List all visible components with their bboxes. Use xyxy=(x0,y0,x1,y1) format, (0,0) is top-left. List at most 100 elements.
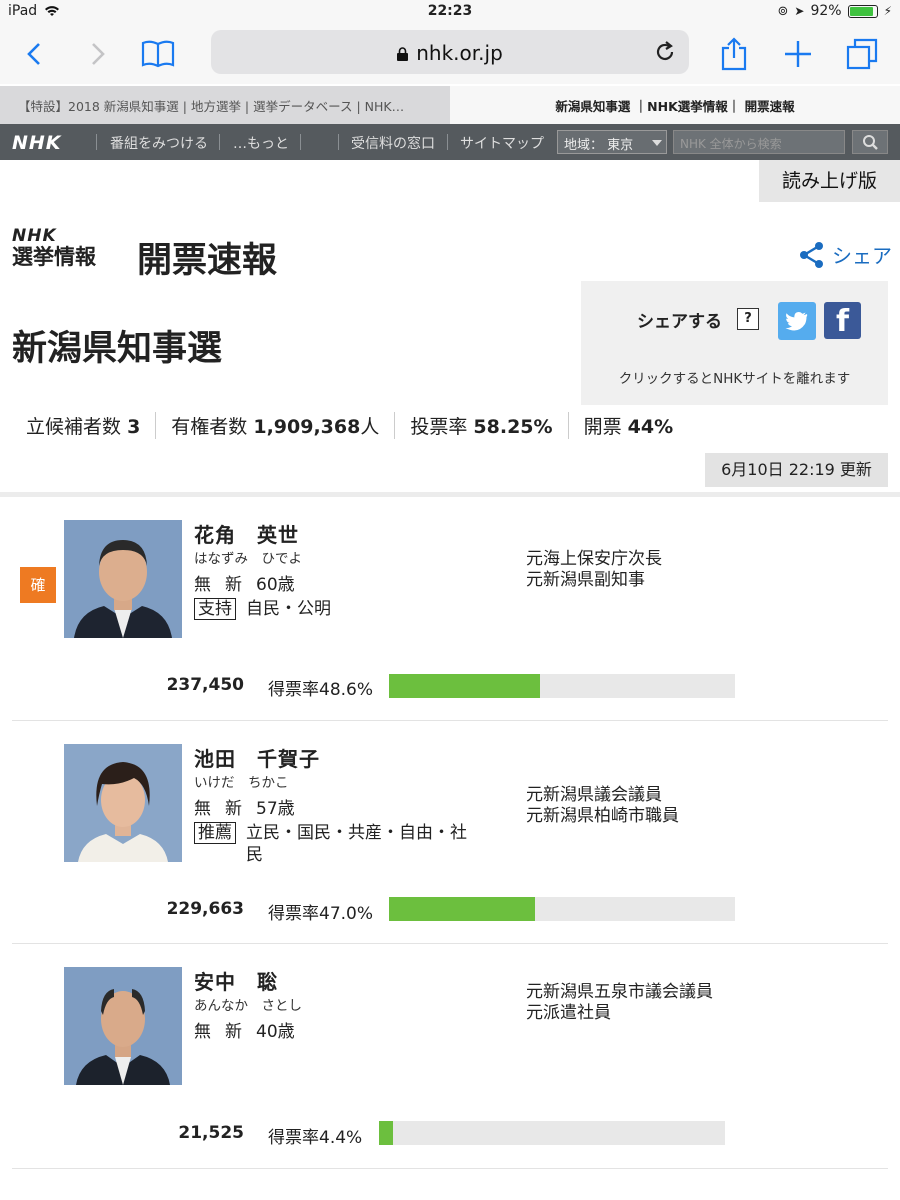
candidate-photo xyxy=(64,744,182,862)
elected-badge: 確 xyxy=(20,567,56,603)
chevron-right-icon xyxy=(92,43,105,65)
tab-bar: 【特設】2018 新潟県知事選 | 地方選挙 | 選挙データベース | NHK…… xyxy=(0,86,900,124)
stat-value: 1,909,368 xyxy=(253,416,361,438)
candidate-card: 池田 千賀子 いけだ ちかこ 無新 57歳 推薦 立民・国民・共産・自由・社民 元… xyxy=(12,721,888,944)
tab-election-database[interactable]: 【特設】2018 新潟県知事選 | 地方選挙 | 選挙データベース | NHK…… xyxy=(0,86,475,124)
search-icon xyxy=(863,135,878,150)
facebook-share-button[interactable]: f xyxy=(824,302,861,339)
candidate-name: 池田 千賀子 xyxy=(194,747,320,771)
nav-fee-window[interactable]: 受信料の窓口 xyxy=(351,133,435,153)
candidate-party: 無 xyxy=(194,799,211,819)
vote-count: 229,663 xyxy=(166,899,244,919)
support-tag: 支持 xyxy=(194,598,236,620)
candidate-kana: あんなか さとし xyxy=(194,998,302,1014)
vote-bar xyxy=(389,897,735,921)
vote-bar-fill xyxy=(379,1121,393,1145)
stat-counted: 開票 44% xyxy=(567,412,689,439)
address-bar[interactable]: nhk.or.jp xyxy=(211,30,689,74)
book-icon xyxy=(141,40,175,68)
candidate-name: 安中 聡 xyxy=(194,970,278,994)
candidate-name: 花角 英世 xyxy=(194,523,299,547)
nhk-logo[interactable]: NHK xyxy=(12,132,62,154)
share-nodes-icon xyxy=(800,241,823,268)
logo-senkyo-text: 選挙情報 xyxy=(12,245,96,269)
candidate-support: 支持 自民・公明 xyxy=(194,598,494,620)
vote-rate: 得票率4.4% xyxy=(268,1128,363,1148)
share-panel: シェアする ? f クリックするとNHKサイトを離れます xyxy=(581,281,888,405)
nav-sitemap[interactable]: サイトマップ xyxy=(460,133,544,153)
candidate-card: 安中 聡 あんなか さとし 無新 40歳 元新潟県五泉市議会議員 元派遣社員 21… xyxy=(12,944,888,1169)
region-select[interactable]: 地域： 東京 xyxy=(557,130,667,154)
stat-label: 開票 xyxy=(583,416,622,438)
back-button[interactable] xyxy=(16,36,52,72)
tab-label: 【特設】2018 新潟県知事選 | 地方選挙 | 選挙データベース | NHK… xyxy=(18,98,405,114)
browser-toolbar: nhk.or.jp xyxy=(0,24,900,84)
tab-label: 新潟県知事選 ｜NHK選挙情報｜ 開票速報 xyxy=(555,98,795,114)
candidate-kana: はなずみ ひでよ xyxy=(194,551,302,567)
election-title: 新潟県知事選 xyxy=(12,329,223,369)
lock-icon xyxy=(397,42,409,61)
nav-separator xyxy=(300,134,301,150)
forward-button[interactable] xyxy=(80,36,116,72)
candidate-party: 無 xyxy=(194,1022,211,1042)
stat-label: 有権者数 xyxy=(171,416,248,438)
candidate-status: 新 xyxy=(225,1022,242,1042)
share-link[interactable]: シェア xyxy=(798,240,892,269)
status-bar: iPad 22:23 ⊚ ➤ 92% ⚡ xyxy=(0,0,900,24)
stat-value: 58.25% xyxy=(473,416,553,438)
site-search-input[interactable]: NHK 全体から検索 xyxy=(673,130,845,154)
nhk-senkyo-logo[interactable]: NHK 選挙情報 xyxy=(12,228,96,268)
career-line: 元海上保安庁次長 xyxy=(526,549,662,569)
candidate-photo xyxy=(64,967,182,1085)
orientation-lock-icon: ⊚ xyxy=(777,3,789,19)
candidate-age: 57歳 xyxy=(256,799,295,819)
clock: 22:23 xyxy=(427,3,473,19)
stat-unit: 人 xyxy=(360,416,380,438)
chevron-left-icon xyxy=(27,43,40,65)
stat-value: 44% xyxy=(627,416,674,438)
twitter-icon xyxy=(785,312,808,331)
nav-more[interactable]: …もっと xyxy=(233,133,289,153)
vote-bar xyxy=(379,1121,725,1145)
region-value: 地域： 東京 xyxy=(564,138,634,153)
candidate-info: 無新 40歳 xyxy=(194,1017,309,1042)
tab-active[interactable]: 新潟県知事選 ｜NHK選挙情報｜ 開票速報 xyxy=(450,86,900,124)
reload-icon[interactable] xyxy=(653,40,677,64)
read-aloud-button[interactable]: 読み上げ版 xyxy=(759,160,900,202)
updated-timestamp: 6月10日 22:19 更新 xyxy=(705,453,888,487)
vote-count: 21,525 xyxy=(178,1123,244,1143)
candidate-status: 新 xyxy=(225,575,242,595)
charging-icon: ⚡ xyxy=(883,4,892,18)
nhk-global-nav: NHK 番組をみつける …もっと 受信料の窓口 サイトマップ 地域： 東京 NH… xyxy=(0,124,900,160)
election-stats: 立候補者数 3 有権者数 1,909,368人 投票率 58.25% 開票 44… xyxy=(26,412,688,439)
new-tab-button[interactable] xyxy=(780,36,816,72)
stat-label: 投票率 xyxy=(410,416,468,438)
candidate-info: 無新 57歳 xyxy=(194,794,309,819)
candidate-photo xyxy=(64,520,182,638)
vote-count: 237,450 xyxy=(166,675,244,695)
stat-label: 立候補者数 xyxy=(26,416,122,438)
tabs-overview-button[interactable] xyxy=(844,36,880,72)
page-title: 開票速報 xyxy=(137,241,278,281)
career-line: 元新潟県柏崎市職員 xyxy=(526,806,679,826)
nav-separator xyxy=(96,134,97,150)
candidate-support: 推薦 立民・国民・共産・自由・社民 xyxy=(194,822,484,866)
candidate-career: 元海上保安庁次長 元新潟県副知事 xyxy=(526,549,662,591)
candidate-party: 無 xyxy=(194,575,211,595)
share-panel-note: クリックするとNHKサイトを離れます xyxy=(618,371,851,387)
stat-value: 3 xyxy=(127,416,141,438)
search-button[interactable] xyxy=(852,130,888,154)
battery-percent: 92% xyxy=(810,3,842,19)
career-line: 元新潟県議会議員 xyxy=(526,785,662,805)
bookmarks-button[interactable] xyxy=(140,36,176,72)
candidate-age: 40歳 xyxy=(256,1022,295,1042)
stat-turnout: 投票率 58.25% xyxy=(394,412,567,439)
help-button[interactable]: ? xyxy=(737,308,759,330)
nav-separator xyxy=(219,134,220,150)
support-tag: 推薦 xyxy=(194,822,236,844)
nav-find-programs[interactable]: 番組をみつける xyxy=(110,133,208,153)
candidate-age: 60歳 xyxy=(256,575,295,595)
twitter-share-button[interactable] xyxy=(778,302,816,340)
career-line: 元新潟県副知事 xyxy=(526,570,645,590)
share-sheet-button[interactable] xyxy=(716,36,752,72)
